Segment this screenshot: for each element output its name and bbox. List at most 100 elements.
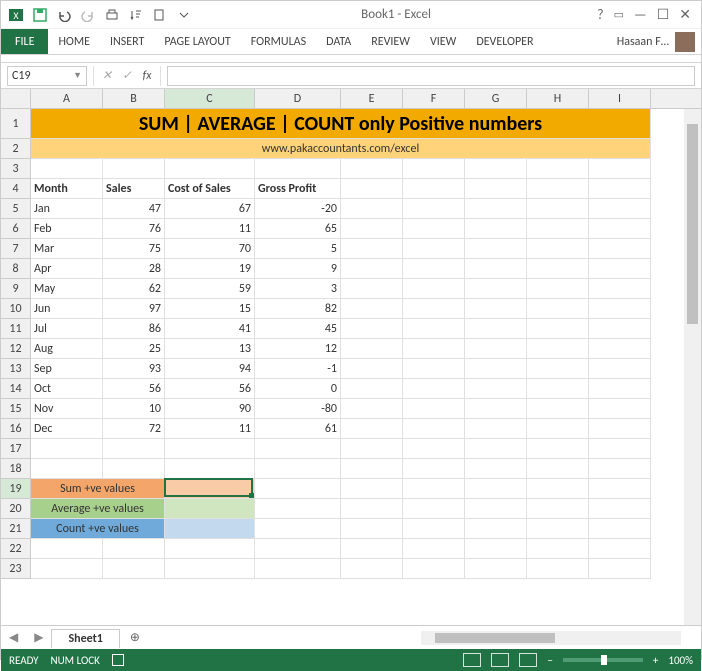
row-header[interactable]: 18	[1, 459, 31, 479]
cell[interactable]	[465, 319, 527, 339]
cell[interactable]: 72	[103, 419, 165, 439]
cell[interactable]: 76	[103, 219, 165, 239]
save-icon[interactable]	[29, 4, 51, 26]
add-sheet-icon[interactable]: ⊕	[120, 630, 150, 645]
cell[interactable]	[255, 519, 341, 539]
cell[interactable]	[465, 279, 527, 299]
cell[interactable]: 11	[165, 219, 255, 239]
vertical-scrollbar[interactable]	[684, 109, 701, 625]
col-header-H[interactable]: H	[527, 89, 589, 108]
qat-sort-icon[interactable]	[125, 4, 147, 26]
cell[interactable]	[341, 219, 403, 239]
cell[interactable]	[589, 559, 651, 579]
cell[interactable]	[403, 299, 465, 319]
cell[interactable]: 62	[103, 279, 165, 299]
cell[interactable]	[465, 179, 527, 199]
cell[interactable]	[527, 379, 589, 399]
cell[interactable]	[403, 379, 465, 399]
worksheet[interactable]: A B C D E F G H I 1SUM | AVERAGE | COUNT…	[1, 89, 701, 625]
cell[interactable]: 45	[255, 319, 341, 339]
cell[interactable]	[255, 159, 341, 179]
cell[interactable]: Oct	[31, 379, 103, 399]
cell[interactable]	[465, 239, 527, 259]
cell[interactable]: 19	[165, 259, 255, 279]
cell[interactable]	[527, 199, 589, 219]
cell[interactable]: -20	[255, 199, 341, 219]
cell[interactable]: Apr	[31, 259, 103, 279]
cell[interactable]	[589, 179, 651, 199]
cell[interactable]: Mar	[31, 239, 103, 259]
cell[interactable]	[403, 399, 465, 419]
cell[interactable]: Sep	[31, 359, 103, 379]
cell[interactable]: 0	[255, 379, 341, 399]
formula-input[interactable]	[167, 66, 695, 86]
cell[interactable]	[341, 379, 403, 399]
cell[interactable]	[527, 159, 589, 179]
cell[interactable]	[403, 239, 465, 259]
cell[interactable]: 59	[165, 279, 255, 299]
cell[interactable]	[465, 339, 527, 359]
tab-data[interactable]: DATA	[316, 29, 361, 54]
row-header[interactable]: 10	[1, 299, 31, 319]
cell[interactable]	[31, 459, 103, 479]
cell[interactable]	[527, 319, 589, 339]
cell[interactable]	[465, 199, 527, 219]
col-header-A[interactable]: A	[31, 89, 103, 108]
cell[interactable]	[465, 559, 527, 579]
row-header[interactable]: 13	[1, 359, 31, 379]
cell[interactable]	[589, 439, 651, 459]
cell[interactable]	[341, 479, 403, 499]
count-value-cell[interactable]	[165, 519, 255, 539]
row-header[interactable]: 22	[1, 539, 31, 559]
cell[interactable]: 9	[255, 259, 341, 279]
cell[interactable]	[589, 259, 651, 279]
cell[interactable]	[527, 259, 589, 279]
cell[interactable]	[341, 459, 403, 479]
zoom-out-icon[interactable]: −	[547, 654, 552, 667]
cell[interactable]	[589, 539, 651, 559]
cell[interactable]	[341, 159, 403, 179]
cell[interactable]	[589, 519, 651, 539]
cell[interactable]	[341, 319, 403, 339]
cell[interactable]	[589, 339, 651, 359]
cell[interactable]	[527, 219, 589, 239]
cell[interactable]: 56	[103, 379, 165, 399]
row-header[interactable]: 16	[1, 419, 31, 439]
cell[interactable]	[341, 559, 403, 579]
cell[interactable]: 3	[255, 279, 341, 299]
col-header-E[interactable]: E	[341, 89, 403, 108]
cell[interactable]	[341, 519, 403, 539]
cell[interactable]	[403, 199, 465, 219]
cell[interactable]: 10	[103, 399, 165, 419]
redo-icon[interactable]	[77, 4, 99, 26]
cell[interactable]	[527, 419, 589, 439]
cell[interactable]	[527, 459, 589, 479]
cell[interactable]	[527, 439, 589, 459]
cell[interactable]: Aug	[31, 339, 103, 359]
sheet-nav-prev-icon[interactable]: ◀	[1, 630, 26, 645]
cell[interactable]	[589, 279, 651, 299]
cell[interactable]	[103, 559, 165, 579]
cell[interactable]	[165, 439, 255, 459]
cell[interactable]: Month	[31, 179, 103, 199]
normal-view-icon[interactable]	[463, 653, 481, 667]
macro-record-icon[interactable]	[112, 654, 124, 666]
cell[interactable]	[165, 159, 255, 179]
cell[interactable]: 97	[103, 299, 165, 319]
cell[interactable]: -80	[255, 399, 341, 419]
cell[interactable]	[341, 199, 403, 219]
cell[interactable]	[403, 559, 465, 579]
cell[interactable]: 15	[165, 299, 255, 319]
cell[interactable]	[403, 319, 465, 339]
cell[interactable]	[341, 419, 403, 439]
cell[interactable]: Gross Profit	[255, 179, 341, 199]
cell[interactable]: 12	[255, 339, 341, 359]
cell[interactable]	[465, 499, 527, 519]
cell[interactable]	[341, 239, 403, 259]
cell[interactable]	[403, 539, 465, 559]
row-header[interactable]: 9	[1, 279, 31, 299]
zoom-in-icon[interactable]: +	[653, 654, 658, 667]
col-header-D[interactable]: D	[255, 89, 341, 108]
cell[interactable]: 93	[103, 359, 165, 379]
cell[interactable]	[255, 499, 341, 519]
